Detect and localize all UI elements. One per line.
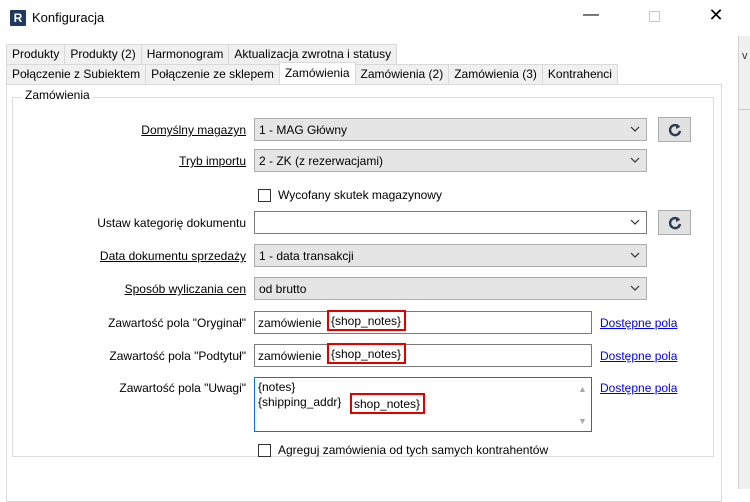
background-text: v <box>742 50 748 62</box>
podtytul-label: Zawartość pola "Podtytuł" <box>109 349 246 363</box>
chevron-down-icon <box>630 252 640 258</box>
kategoria-select[interactable] <box>254 211 647 234</box>
minimize-button[interactable]: — <box>568 0 614 32</box>
oryginal-field[interactable]: zamówienie {shop_notes} <box>254 310 592 334</box>
refresh-icon <box>668 123 682 137</box>
uwagi-line-2: {shipping_addr} <box>258 395 342 409</box>
tab-harmonogram[interactable]: Harmonogram <box>140 44 230 64</box>
title-bar: R Konfiguracja — ✕ <box>0 0 750 36</box>
app-icon: R <box>10 10 26 26</box>
oryginal-highlight: {shop_notes} <box>327 310 407 331</box>
kategoria-label: Ustaw kategorię dokumentu <box>97 216 246 230</box>
group-title: Zamówienia <box>22 88 93 102</box>
dialog-client-area: Produkty Produkty (2) Harmonogram Aktual… <box>0 36 738 502</box>
chevron-down-icon <box>630 126 640 132</box>
refresh-magazyn-button[interactable] <box>658 117 691 142</box>
data-dokumentu-select[interactable]: 1 - data transakcji <box>254 244 647 267</box>
wycofany-checkbox[interactable] <box>258 189 271 202</box>
data-dokumentu-value: 1 - data transakcji <box>259 249 354 263</box>
tryb-label: Tryb importu <box>179 154 246 168</box>
tab-row-2: Połączenie z Subiektem Połączenie ze skl… <box>6 62 618 84</box>
agreguj-checkbox[interactable] <box>258 444 271 457</box>
ceny-select[interactable]: od brutto <box>254 277 647 300</box>
background-window-edge: v <box>738 36 750 489</box>
tab-polaczenie-subiekt[interactable]: Połączenie z Subiektem <box>6 64 147 84</box>
scroll-down-icon[interactable]: ▼ <box>578 416 587 426</box>
tab-polaczenie-sklep[interactable]: Połączenie ze sklepem <box>145 64 280 84</box>
ceny-value: od brutto <box>259 282 307 296</box>
uwagi-line-1: {notes} <box>258 380 296 394</box>
data-dokumentu-label: Data dokumentu sprzedaży <box>99 249 246 263</box>
tryb-value: 2 - ZK (z rezerwacjami) <box>259 154 384 168</box>
podtytul-prefix: zamówienie <box>258 349 322 363</box>
uwagi-highlight: shop_notes} <box>350 393 426 414</box>
oryginal-prefix: zamówienie <box>258 316 322 330</box>
magazyn-select[interactable]: 1 - MAG Główny <box>254 118 647 141</box>
ceny-label: Sposób wyliczania cen <box>124 282 246 296</box>
podtytul-field[interactable]: zamówienie {shop_notes} <box>254 343 592 367</box>
window-title: Konfiguracja <box>32 10 105 25</box>
agreguj-label: Agreguj zamówienia od tych samych kontra… <box>278 443 549 457</box>
magazyn-label: Domyślny magazyn <box>141 123 246 137</box>
tab-aktualizacja[interactable]: Aktualizacja zwrotna i statusy <box>228 44 398 64</box>
tab-zamowienia-3[interactable]: Zamówienia (3) <box>448 64 543 84</box>
wycofany-label: Wycofany skutek magazynowy <box>278 188 442 202</box>
divider <box>739 109 750 110</box>
magazyn-value: 1 - MAG Główny <box>259 123 348 137</box>
podtytul-highlight: {shop_notes} <box>327 343 407 364</box>
tab-produkty-2[interactable]: Produkty (2) <box>64 44 142 64</box>
oryginal-label: Zawartość pola "Oryginał" <box>108 316 246 330</box>
uwagi-textarea[interactable]: {notes} {shipping_addr} shop_notes} ▲ ▼ <box>254 377 592 432</box>
scroll-up-icon[interactable]: ▲ <box>578 384 587 394</box>
maximize-button[interactable] <box>631 0 677 32</box>
chevron-down-icon <box>630 285 640 291</box>
close-button[interactable]: ✕ <box>693 0 739 32</box>
tab-zamowienia[interactable]: Zamówienia <box>278 62 356 84</box>
refresh-icon <box>668 216 682 230</box>
tab-row-1: Produkty Produkty (2) Harmonogram Aktual… <box>6 44 398 64</box>
tryb-select[interactable]: 2 - ZK (z rezerwacjami) <box>254 149 647 172</box>
dostepne-pola-link-oryginal[interactable]: Dostępne pola <box>600 316 677 330</box>
dostepne-pola-link-uwagi[interactable]: Dostępne pola <box>600 381 677 395</box>
tab-produkty[interactable]: Produkty <box>6 44 66 64</box>
dostepne-pola-link-podtytul[interactable]: Dostępne pola <box>600 349 677 363</box>
chevron-down-icon <box>630 219 640 225</box>
tab-zamowienia-2[interactable]: Zamówienia (2) <box>354 64 450 84</box>
chevron-down-icon <box>630 157 640 163</box>
maximize-icon <box>648 11 660 22</box>
refresh-kategoria-button[interactable] <box>658 210 691 235</box>
tab-kontrahenci[interactable]: Kontrahenci <box>541 64 618 84</box>
uwagi-label: Zawartość pola "Uwagi" <box>119 381 246 395</box>
scrollbar[interactable]: ▲ ▼ <box>574 378 591 431</box>
